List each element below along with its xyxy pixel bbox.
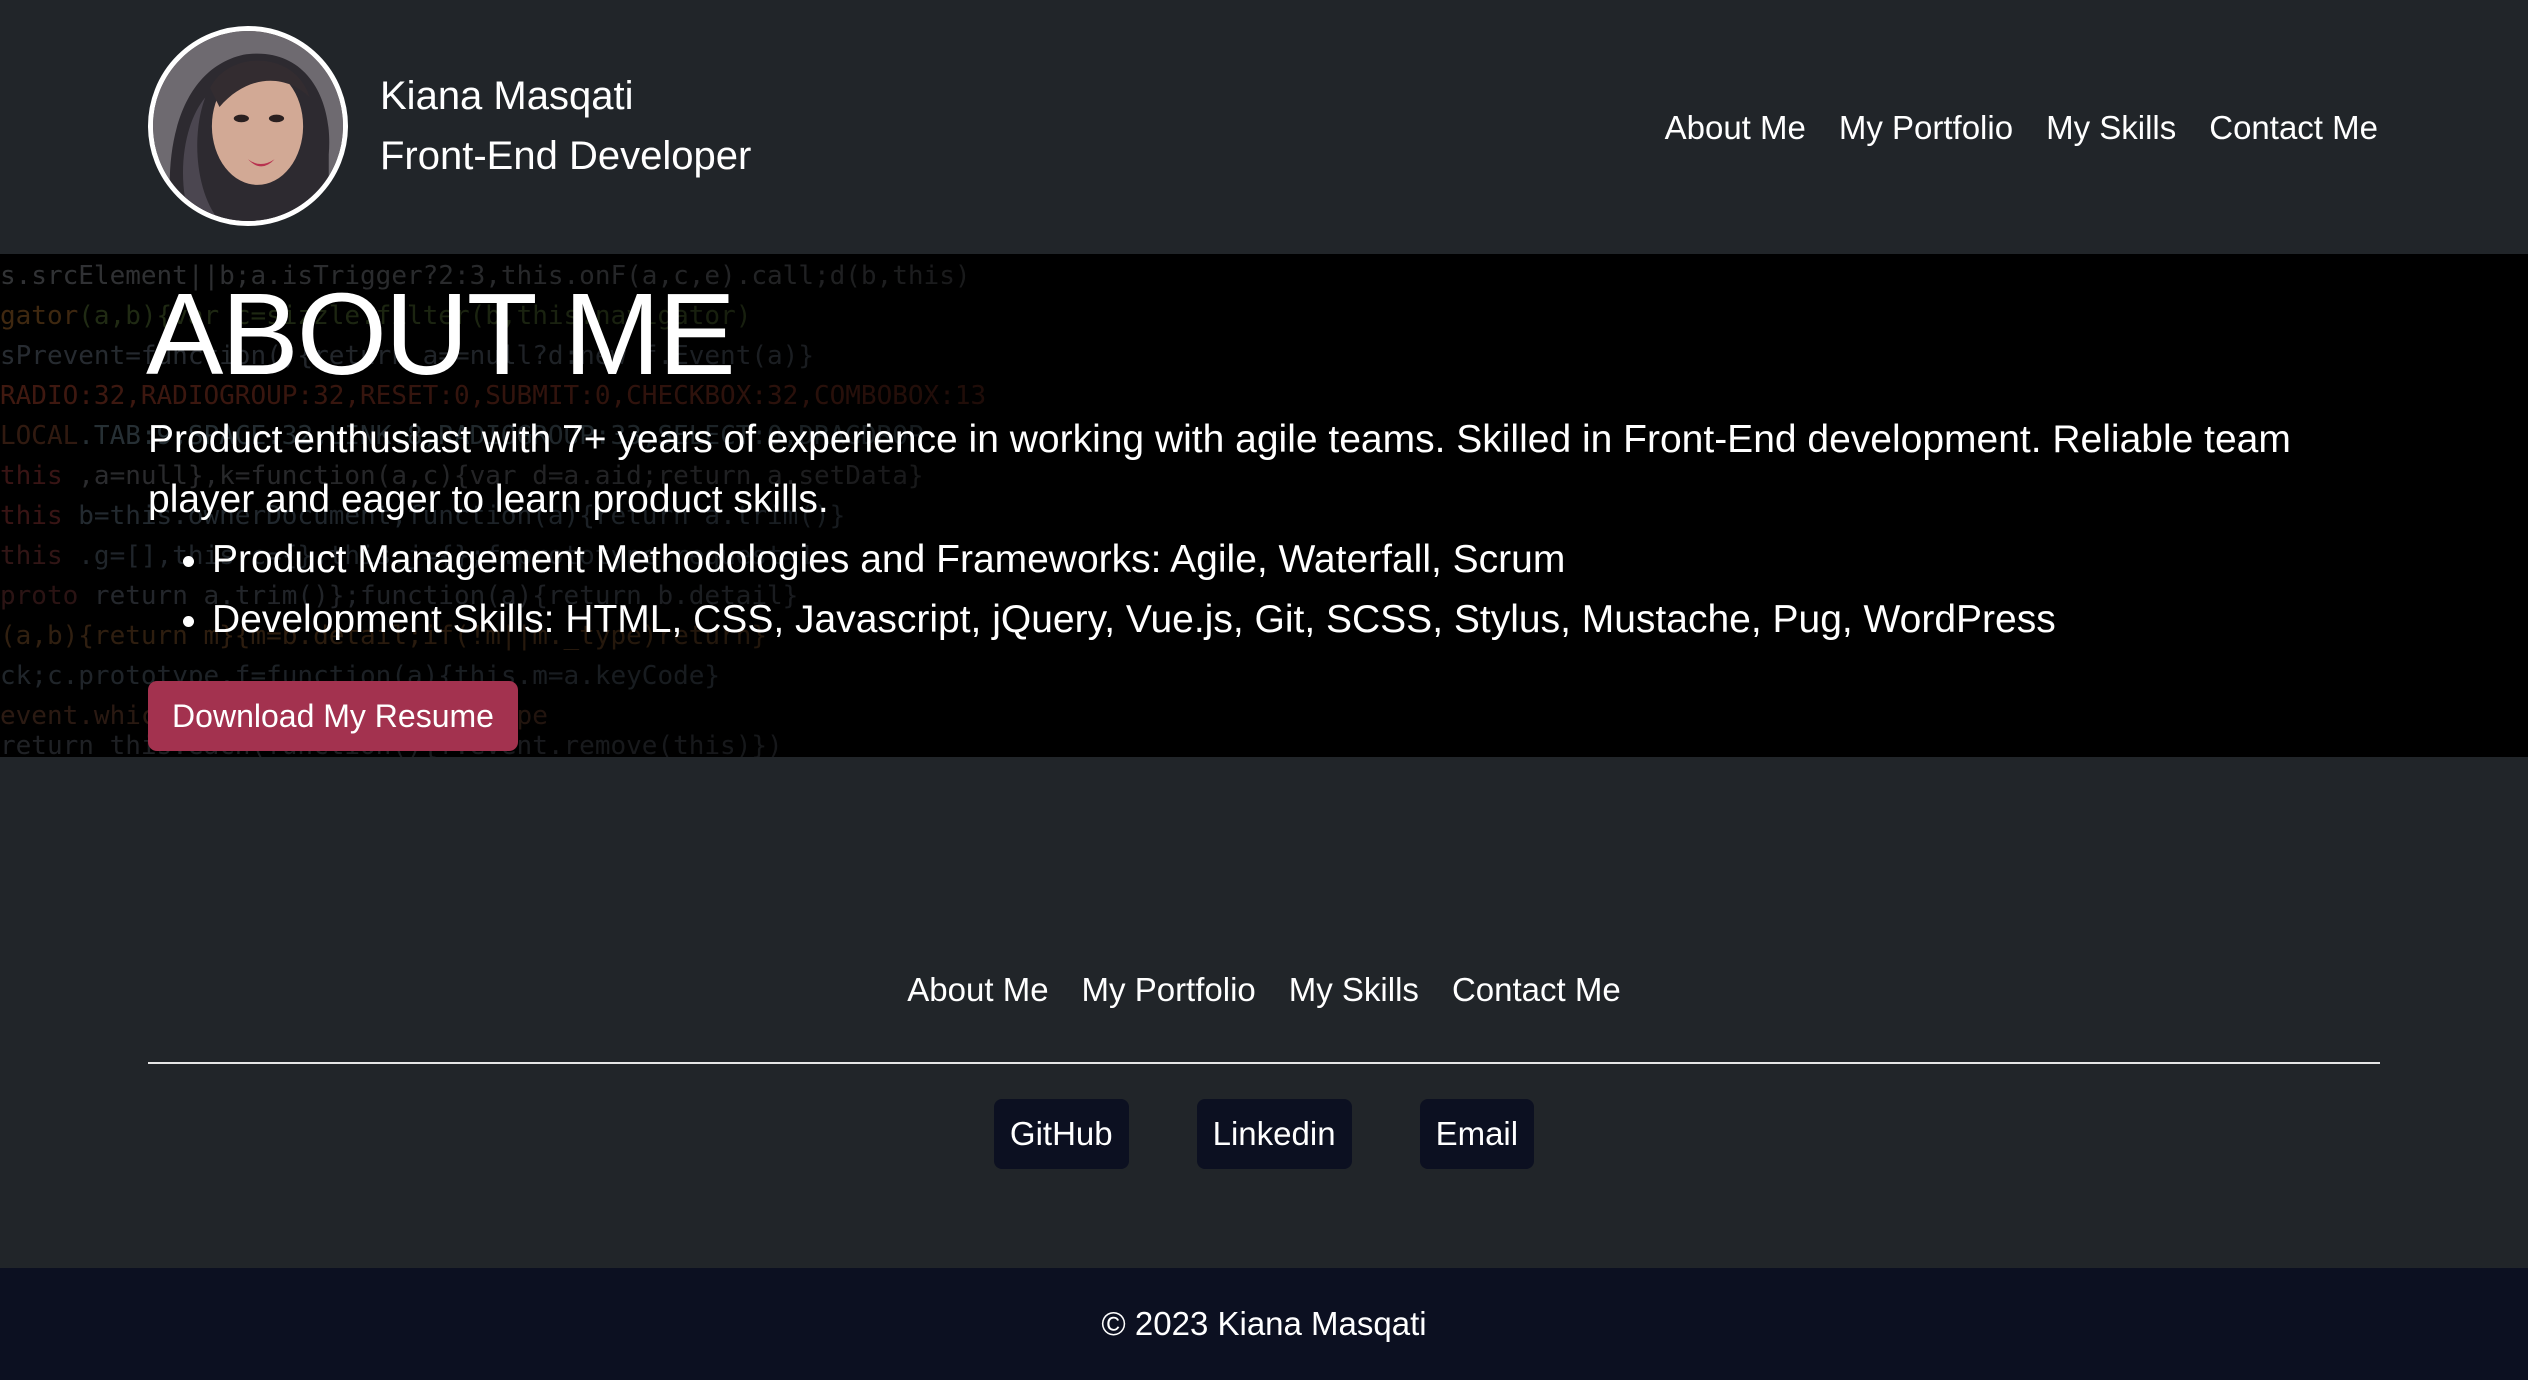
social-links: GitHub Linkedin Email [0,1099,2528,1169]
list-item: Product Management Methodologies and Fra… [212,530,2056,590]
nav-link-contact-me[interactable]: Contact Me [2209,104,2378,152]
email-button[interactable]: Email [1419,1099,1535,1169]
footer-divider [148,1062,2380,1064]
github-button[interactable]: GitHub [993,1099,1129,1169]
top-nav: About Me My Portfolio My Skills Contact … [1665,104,2378,152]
skills-list: Product Management Methodologies and Fra… [148,530,2056,650]
footer-link-contact-me[interactable]: Contact Me [1452,966,1621,1014]
footer-link-my-skills[interactable]: My Skills [1289,966,1419,1014]
copyright-bar: © 2023 Kiana Masqati [0,1268,2528,1380]
profile-photo-icon [153,31,343,221]
nav-link-my-portfolio[interactable]: My Portfolio [1839,104,2013,152]
nav-link-about-me[interactable]: About Me [1665,104,1806,152]
nav-link-my-skills[interactable]: My Skills [2046,104,2176,152]
footer-nav: About Me My Portfolio My Skills Contact … [0,966,2528,1014]
profile-avatar [148,26,348,226]
download-resume-button[interactable]: Download My Resume [148,681,518,751]
about-intro-text: Product enthusiast with 7+ years of expe… [148,418,2291,521]
footer-link-my-portfolio[interactable]: My Portfolio [1082,966,1256,1014]
page-title: ABOUT ME [146,269,736,399]
list-item: Development Skills: HTML, CSS, Javascrip… [212,590,2056,650]
site-header: Kiana Masqati Front-End Developer About … [0,0,2528,254]
linkedin-button[interactable]: Linkedin [1196,1099,1352,1169]
copyright-text: © 2023 Kiana Masqati [1101,1305,1427,1342]
about-hero: s.srcElement||b;a.isTrigger?2:3,this.onF… [0,254,2528,757]
footer-link-about-me[interactable]: About Me [907,966,1048,1014]
brand-name: Kiana Masqati [380,74,634,118]
brand-title: Front-End Developer [380,134,752,178]
